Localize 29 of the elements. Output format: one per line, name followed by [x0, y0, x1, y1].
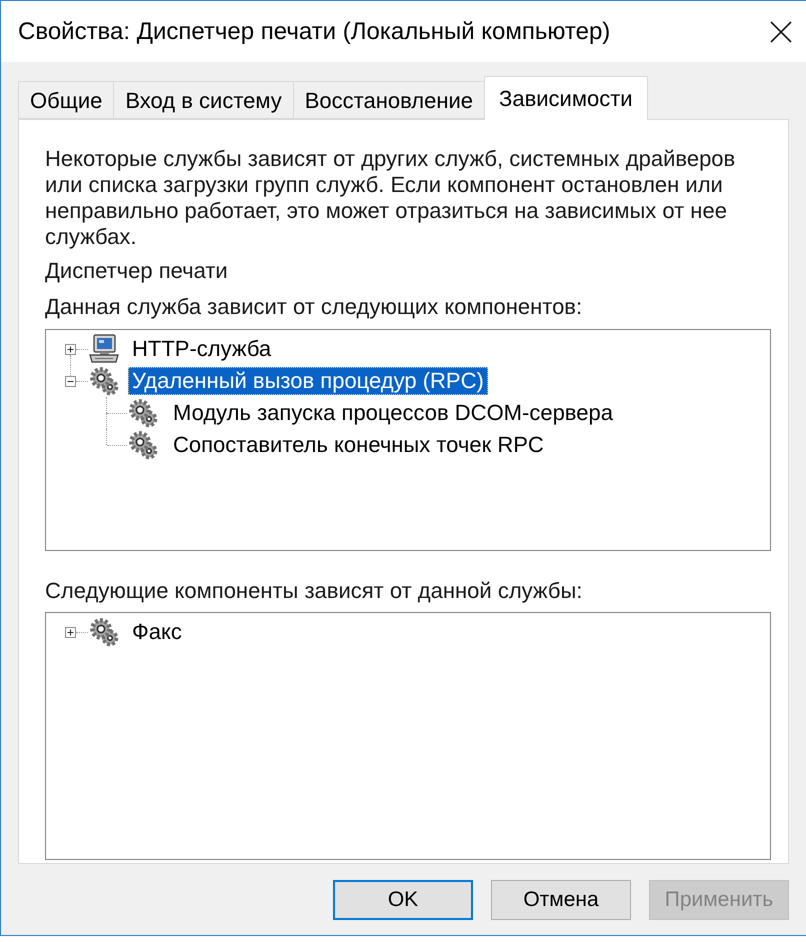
tree-item[interactable]: Модуль запуска процессов DCOM-сервера — [169, 399, 617, 427]
tree-view[interactable]: Факс — [45, 612, 771, 860]
plus-box-icon[interactable] — [65, 626, 76, 638]
dialog-button[interactable]: OK — [333, 880, 473, 920]
tab[interactable]: Общие — [18, 81, 114, 119]
tree-item[interactable]: Удаленный вызов процедур (RPC) — [128, 367, 488, 395]
service-name: Диспетчер печати — [45, 258, 229, 284]
window-title: Свойства: Диспетчер печати (Локальный компьютер) — [18, 16, 610, 46]
gears-icon — [88, 617, 120, 647]
tree-item[interactable]: Сопоставитель конечных точек RPC — [169, 431, 548, 459]
gears-icon — [127, 430, 159, 460]
tree-item[interactable]: Факс — [128, 618, 186, 646]
plus-box-icon[interactable] — [65, 344, 76, 354]
minus-box-icon[interactable] — [65, 376, 76, 386]
tree-line — [76, 348, 88, 350]
section-label: Следующие компоненты зависят от данной службы: — [45, 578, 584, 604]
tab[interactable]: Вход в систему — [113, 81, 293, 119]
gears-icon — [88, 366, 120, 396]
description-text: Некоторые службы зависят от других служб, системных драйверов или списка загрузки групп служб. Если компонент остановлен или неправильно работает, это может отразиться на зависимых от нее службах. — [45, 146, 736, 250]
dialog-button[interactable]: Отмена — [491, 880, 631, 920]
close-icon[interactable] — [770, 20, 792, 42]
section-label: Данная служба зависит от следующих компонентов: — [45, 294, 584, 320]
tree-item[interactable]: HTTP-служба — [128, 335, 276, 363]
tree-view[interactable]: HTTP-служба Удаленный вызов процедур (RPC) Модуль запуска процессов DCOM-сервера Сопоставитель конечных точек RPC — [45, 329, 771, 551]
tab[interactable]: Восстановление — [292, 81, 484, 119]
tree-line — [76, 380, 88, 382]
computer-icon — [88, 334, 120, 364]
gears-icon — [127, 398, 159, 428]
tab[interactable]: Зависимости — [484, 76, 648, 120]
